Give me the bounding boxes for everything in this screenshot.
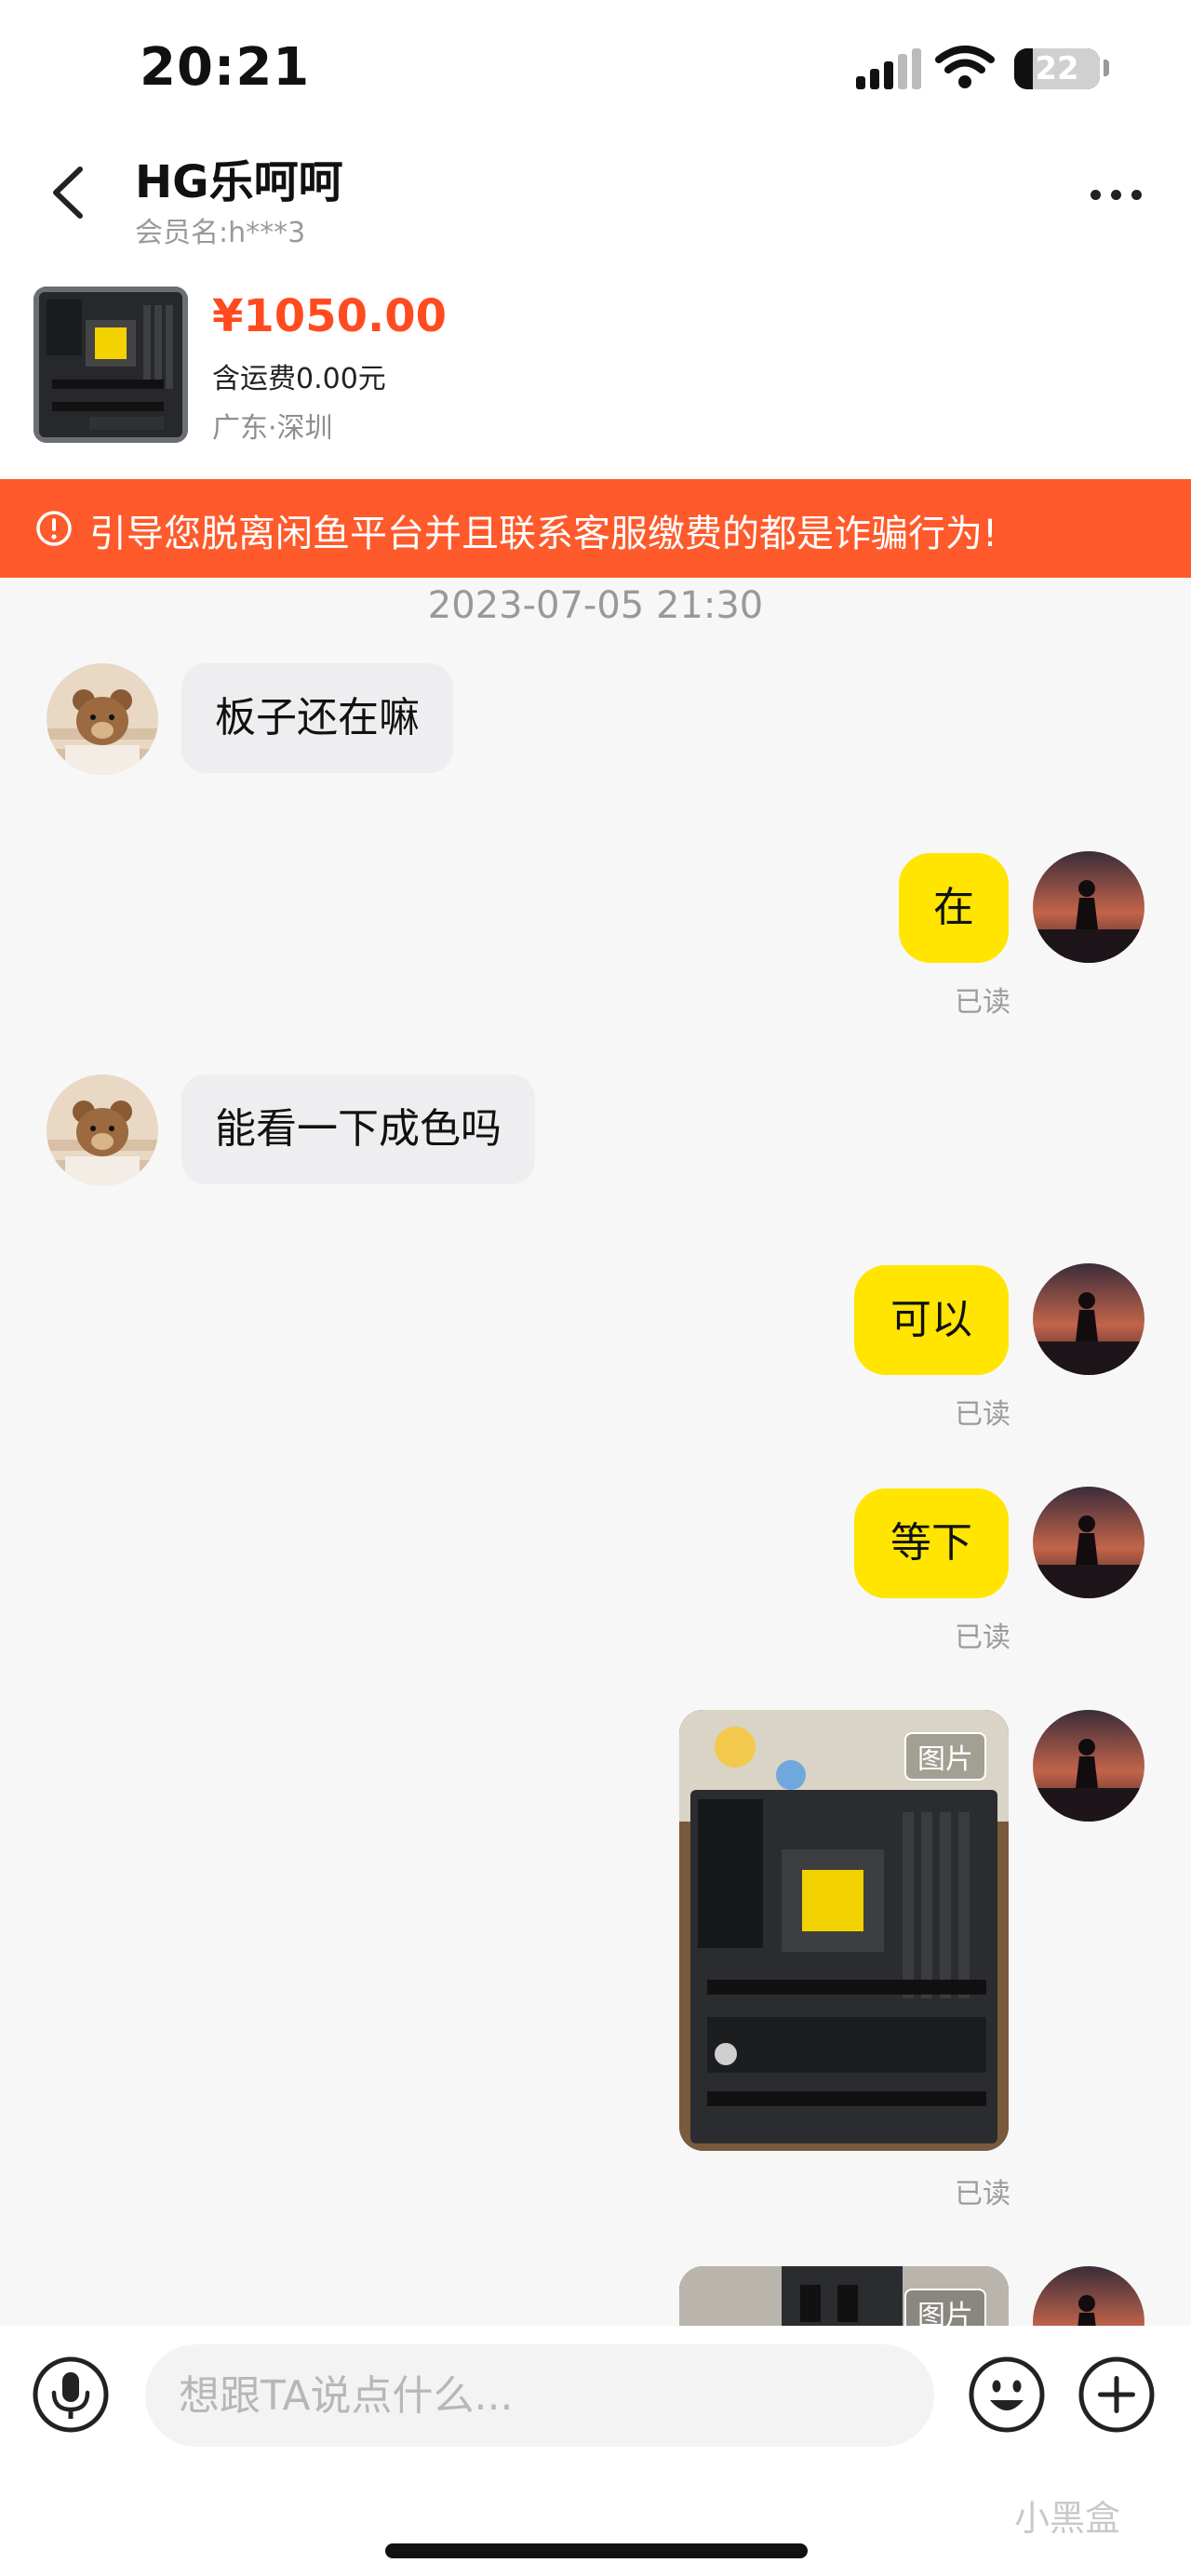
image-tag: 图片: [904, 1732, 986, 1781]
more-icon: [1091, 190, 1101, 200]
read-status: 已读: [955, 1398, 1010, 1431]
product-price: ¥1050.00: [212, 290, 448, 342]
alert-circle-icon: [36, 511, 72, 546]
more-button[interactable]: [1079, 177, 1154, 214]
seller-avatar[interactable]: [1033, 851, 1144, 963]
message-bubble-seller[interactable]: 可以: [854, 1265, 1009, 1375]
warning-text: 引导您脱离闲鱼平台并且联系客服缴费的都是诈骗行为!: [89, 513, 998, 555]
message-bubble-buyer[interactable]: 能看一下成色吗: [181, 1074, 535, 1184]
read-status: 已读: [955, 1622, 1010, 1654]
battery-tip: [1104, 60, 1109, 76]
shipping-fee: 含运费0.00元: [212, 363, 386, 395]
product-thumbnail[interactable]: [33, 287, 188, 443]
wifi-icon: [935, 46, 995, 88]
product-card[interactable]: ¥1050.00 含运费0.00元 广东·深圳: [0, 270, 1191, 479]
message-bubble-seller[interactable]: 等下: [854, 1488, 1009, 1598]
input-bar: 小黑盒: [0, 2326, 1191, 2576]
home-indicator: [385, 2543, 808, 2558]
buyer-avatar[interactable]: [47, 1074, 158, 1186]
battery-level-text: 22: [1035, 50, 1079, 87]
member-label: 会员名:: [135, 217, 229, 249]
message-image[interactable]: 图片: [679, 1710, 1009, 2151]
seller-avatar[interactable]: [1033, 1710, 1144, 1822]
voice-button[interactable]: [32, 2356, 110, 2434]
status-bar: 20:21 22: [0, 0, 1191, 140]
chat-header: HG乐呵呵 会员名:h***3: [0, 140, 1191, 270]
back-button[interactable]: [37, 160, 102, 225]
product-location: 广东·深圳: [212, 412, 333, 445]
watermark: 小黑盒: [1014, 2498, 1121, 2539]
member-id: h***3: [228, 217, 306, 249]
message-bubble-seller[interactable]: 在: [899, 853, 1009, 963]
emoji-button[interactable]: [968, 2356, 1046, 2434]
add-button[interactable]: [1077, 2356, 1156, 2434]
battery-icon: 22: [1014, 48, 1100, 89]
read-status: 已读: [955, 986, 1010, 1019]
signal-icon: [856, 48, 921, 89]
status-time: 20:21: [140, 37, 311, 98]
member-name: 会员名:h***3: [135, 209, 305, 250]
page-title: HG乐呵呵: [135, 156, 343, 208]
seller-avatar[interactable]: [1033, 1263, 1144, 1375]
seller-avatar[interactable]: [1033, 1487, 1144, 1598]
chat-timestamp: 2023-07-05 21:30: [427, 584, 764, 627]
fraud-warning-banner: 引导您脱离闲鱼平台并且联系客服缴费的都是诈骗行为!: [0, 479, 1191, 578]
read-status: 已读: [955, 2178, 1010, 2210]
message-bubble-buyer[interactable]: 板子还在嘛: [181, 663, 453, 773]
message-input[interactable]: [145, 2344, 934, 2447]
buyer-avatar[interactable]: [47, 663, 158, 775]
